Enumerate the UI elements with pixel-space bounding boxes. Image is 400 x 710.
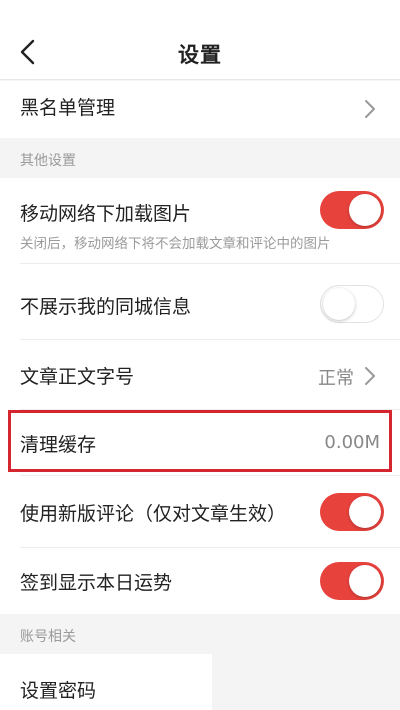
font-size-row[interactable]: 文章正文字号 正常 bbox=[0, 340, 400, 410]
page-title: 设置 bbox=[178, 43, 222, 67]
new-comments-toggle[interactable] bbox=[320, 493, 384, 531]
mobile-images-description: 关闭后，移动网络下将不会加载文章和评论中的图片 bbox=[20, 236, 331, 252]
mobile-images-row: 移动网络下加载图片 关闭后，移动网络下将不会加载文章和评论中的图片 bbox=[0, 178, 400, 264]
set-password-label: 设置密码 bbox=[20, 680, 97, 702]
section-account: 账号相关 bbox=[0, 614, 400, 654]
checkin-fortune-toggle[interactable] bbox=[320, 562, 384, 600]
section-other-settings: 其他设置 bbox=[0, 138, 400, 178]
new-comments-row: 使用新版评论（仅对文章生效） bbox=[0, 476, 400, 548]
blacklist-row[interactable]: 黑名单管理 bbox=[0, 81, 400, 138]
top-bar: 设置 bbox=[0, 0, 400, 80]
mobile-images-label: 移动网络下加载图片 bbox=[20, 203, 192, 225]
hide-city-toggle[interactable] bbox=[320, 285, 384, 323]
font-size-label: 文章正文字号 bbox=[20, 366, 135, 388]
toggle-knob bbox=[349, 194, 381, 226]
set-password-row[interactable]: 设置密码 bbox=[0, 654, 212, 710]
hide-city-row: 不展示我的同城信息 bbox=[0, 264, 400, 340]
checkin-fortune-label: 签到显示本日运势 bbox=[20, 572, 173, 594]
font-size-value: 正常 bbox=[318, 368, 354, 389]
hide-city-label: 不展示我的同城信息 bbox=[20, 296, 192, 318]
chevron-right-icon bbox=[365, 100, 375, 118]
section-other-label: 其他设置 bbox=[20, 153, 76, 169]
checkin-fortune-row: 签到显示本日运势 bbox=[0, 548, 400, 614]
new-comments-label: 使用新版评论（仅对文章生效） bbox=[20, 503, 287, 525]
clear-cache-value: 0.00M bbox=[324, 432, 380, 453]
section-account-label: 账号相关 bbox=[20, 629, 76, 645]
toggle-knob bbox=[323, 287, 355, 320]
blacklist-label: 黑名单管理 bbox=[20, 97, 116, 119]
chevron-right-icon bbox=[365, 367, 375, 385]
toggle-knob bbox=[349, 565, 381, 597]
mobile-images-toggle[interactable] bbox=[320, 191, 384, 229]
clear-cache-label: 清理缓存 bbox=[20, 434, 97, 456]
clear-cache-row[interactable]: 清理缓存 0.00M bbox=[0, 410, 400, 476]
toggle-knob bbox=[349, 496, 381, 528]
